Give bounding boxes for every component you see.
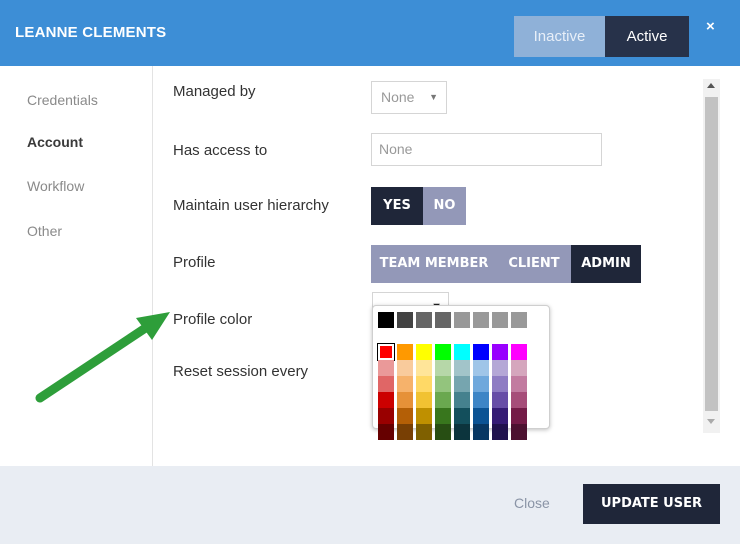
- color-swatch[interactable]: [454, 360, 470, 376]
- hierarchy-yes-button[interactable]: YES: [371, 187, 423, 225]
- color-swatch[interactable]: [416, 408, 432, 424]
- color-swatch[interactable]: [511, 424, 527, 440]
- scroll-up-arrow-icon[interactable]: [707, 83, 715, 88]
- color-swatch[interactable]: [492, 360, 508, 376]
- color-swatch[interactable]: [435, 360, 451, 376]
- update-user-button[interactable]: UPDATE USER: [583, 484, 720, 524]
- modal-header: LEANNE CLEMENTS Inactive Active ×: [0, 0, 740, 66]
- profile-label: Profile: [173, 254, 216, 271]
- hierarchy-label: Maintain user hierarchy: [173, 197, 329, 214]
- color-swatch[interactable]: [511, 376, 527, 392]
- color-swatch[interactable]: [416, 392, 432, 408]
- color-swatch[interactable]: [454, 312, 470, 328]
- color-swatch[interactable]: [378, 392, 394, 408]
- status-toggle: Inactive Active: [514, 16, 689, 57]
- color-swatch[interactable]: [378, 360, 394, 376]
- reset-session-label: Reset session every: [173, 363, 309, 380]
- managed-by-value: None: [381, 89, 415, 105]
- color-swatch[interactable]: [397, 408, 413, 424]
- color-swatch[interactable]: [511, 392, 527, 408]
- color-swatch[interactable]: [492, 392, 508, 408]
- color-swatch[interactable]: [378, 312, 394, 328]
- scrollbar-thumb[interactable]: [705, 97, 718, 411]
- managed-by-select[interactable]: None ▼: [371, 81, 447, 114]
- color-swatch[interactable]: [473, 360, 489, 376]
- color-swatch[interactable]: [492, 376, 508, 392]
- color-swatch[interactable]: [397, 344, 413, 360]
- has-access-input[interactable]: None: [371, 133, 602, 166]
- sidebar-item-workflow[interactable]: Workflow: [27, 178, 84, 194]
- profile-client-button[interactable]: CLIENT: [497, 245, 571, 283]
- color-swatch[interactable]: [511, 344, 527, 360]
- color-swatch[interactable]: [492, 312, 508, 328]
- palette-divider: [378, 328, 527, 330]
- color-swatch[interactable]: [473, 376, 489, 392]
- color-swatch[interactable]: [435, 408, 451, 424]
- color-swatch[interactable]: [492, 408, 508, 424]
- color-swatch[interactable]: [454, 392, 470, 408]
- color-swatch[interactable]: [435, 424, 451, 440]
- color-swatch[interactable]: [378, 408, 394, 424]
- color-swatch[interactable]: [473, 408, 489, 424]
- color-swatch[interactable]: [378, 376, 394, 392]
- color-swatch[interactable]: [454, 424, 470, 440]
- color-swatch[interactable]: [377, 343, 395, 361]
- color-swatch[interactable]: [492, 424, 508, 440]
- color-swatch[interactable]: [416, 376, 432, 392]
- color-swatch[interactable]: [454, 344, 470, 360]
- close-button[interactable]: Close: [514, 495, 550, 511]
- color-swatch[interactable]: [397, 392, 413, 408]
- color-swatch[interactable]: [511, 408, 527, 424]
- color-grid: [377, 312, 527, 440]
- scroll-down-arrow-icon[interactable]: [707, 419, 715, 424]
- user-name-title: LEANNE CLEMENTS: [15, 24, 167, 41]
- profile-team-member-button[interactable]: TEAM MEMBER: [371, 245, 497, 283]
- color-swatch[interactable]: [397, 360, 413, 376]
- color-picker-popup: [372, 305, 550, 440]
- color-swatch[interactable]: [435, 392, 451, 408]
- color-swatch[interactable]: [492, 344, 508, 360]
- status-active-button[interactable]: Active: [605, 16, 689, 57]
- chevron-down-icon: ▼: [429, 92, 438, 102]
- profile-admin-button[interactable]: ADMIN: [571, 245, 641, 283]
- color-swatch[interactable]: [454, 408, 470, 424]
- color-swatch[interactable]: [416, 344, 432, 360]
- color-swatch[interactable]: [454, 376, 470, 392]
- sidebar: Credentials Account Workflow Other: [0, 66, 153, 466]
- color-swatch[interactable]: [473, 424, 489, 440]
- color-swatch[interactable]: [416, 312, 432, 328]
- color-swatch[interactable]: [435, 312, 451, 328]
- profile-color-label: Profile color: [173, 311, 253, 328]
- color-swatch[interactable]: [473, 392, 489, 408]
- hierarchy-no-button[interactable]: NO: [423, 187, 466, 225]
- managed-by-label: Managed by: [173, 83, 256, 100]
- color-swatch[interactable]: [435, 376, 451, 392]
- color-swatch[interactable]: [473, 344, 489, 360]
- color-swatch[interactable]: [397, 312, 413, 328]
- color-swatch[interactable]: [435, 344, 451, 360]
- sidebar-item-account[interactable]: Account: [27, 134, 83, 150]
- status-inactive-button[interactable]: Inactive: [514, 16, 605, 57]
- profile-selector: TEAM MEMBER CLIENT ADMIN: [371, 245, 641, 283]
- has-access-label: Has access to: [173, 142, 268, 159]
- color-swatch[interactable]: [397, 424, 413, 440]
- color-swatch[interactable]: [511, 312, 527, 328]
- color-swatch[interactable]: [378, 424, 394, 440]
- close-icon[interactable]: ×: [706, 18, 715, 35]
- sidebar-item-credentials[interactable]: Credentials: [27, 92, 98, 108]
- color-swatch[interactable]: [397, 376, 413, 392]
- color-swatch[interactable]: [416, 360, 432, 376]
- color-swatch[interactable]: [473, 312, 489, 328]
- hierarchy-toggle: YES NO: [371, 187, 466, 225]
- sidebar-item-other[interactable]: Other: [27, 223, 62, 239]
- color-swatch[interactable]: [416, 424, 432, 440]
- color-swatch[interactable]: [511, 360, 527, 376]
